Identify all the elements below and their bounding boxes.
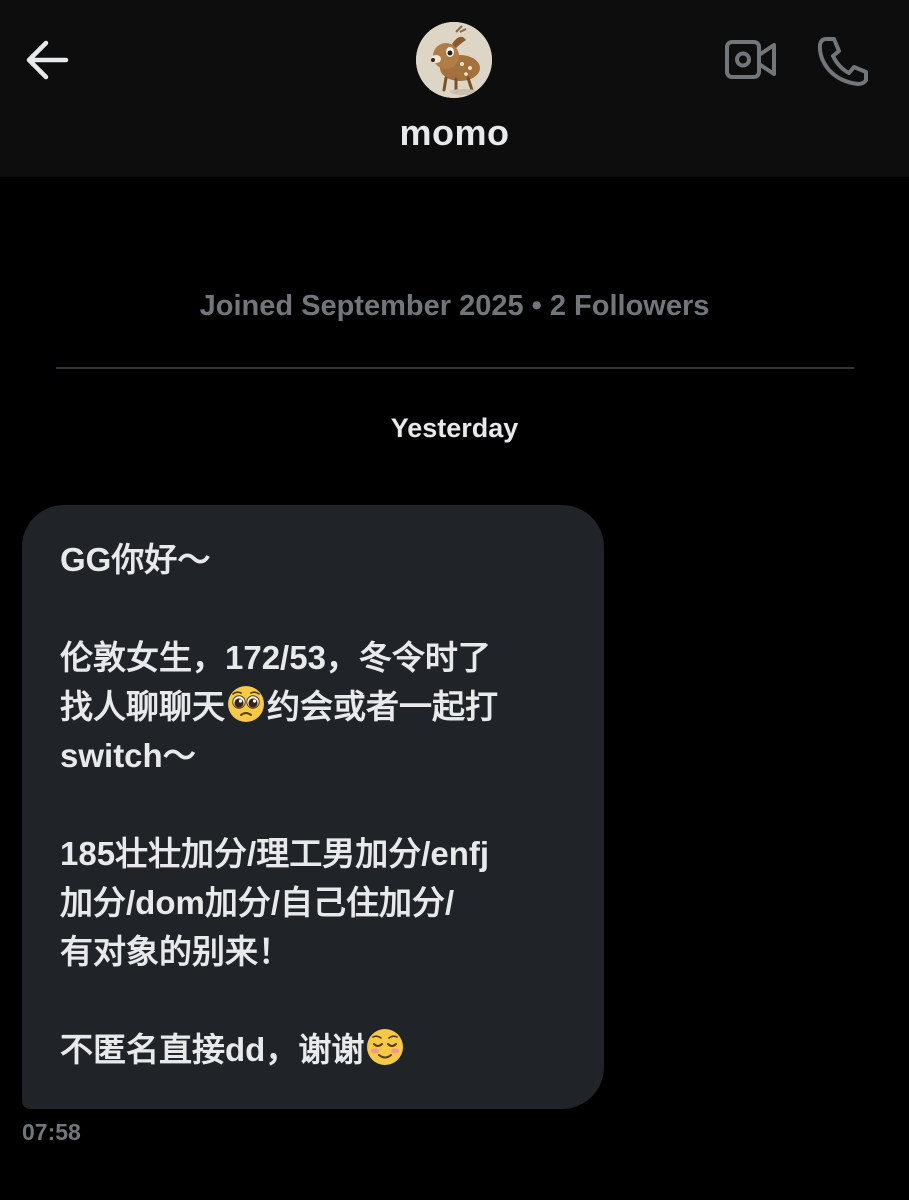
message-line: 加分/dom加分/自己住加分/ [60, 884, 455, 921]
back-button[interactable] [22, 38, 72, 82]
date-separator: Yesterday [390, 413, 519, 443]
video-call-button[interactable] [724, 36, 778, 84]
message-line: 有对象的别来！ [60, 933, 291, 970]
avatar[interactable] [416, 22, 492, 98]
back-arrow-icon [26, 40, 69, 80]
message-text: 找人聊聊天 [60, 688, 225, 725]
message-line: 185壮壮加分/理工男加分/enfj [60, 835, 490, 872]
video-camera-icon [725, 40, 776, 79]
message-line: 不匿名直接dd，谢谢 [60, 1025, 574, 1074]
message-timestamp: 07:58 [22, 1119, 81, 1145]
divider [56, 367, 854, 369]
profile-meta: Joined September 2025 • 2 Followers [199, 290, 710, 322]
message-line: 找人聊聊天 约会或者一起打 [60, 682, 574, 731]
smiling-face-emoji [367, 1029, 404, 1065]
message-bubble[interactable]: GG你好～ 伦敦女生，172/53，冬令时了 找人聊聊天 约会或者一起打 swi… [22, 505, 604, 1109]
message-line: GG你好～ [60, 541, 211, 578]
phone-icon [817, 37, 868, 86]
message-line: switch～ [60, 737, 196, 774]
message-text: 不匿名直接dd，谢谢 [60, 1031, 365, 1068]
message-line: 伦敦女生，172/53，冬令时了 [60, 639, 491, 676]
conversation-header: momo [0, 0, 909, 177]
pleading-face-emoji [228, 686, 264, 722]
voice-call-button[interactable] [814, 34, 870, 86]
conversation-title[interactable]: momo [0, 112, 909, 154]
fawn-avatar [416, 22, 492, 98]
message-text: 约会或者一起打 [267, 688, 498, 725]
